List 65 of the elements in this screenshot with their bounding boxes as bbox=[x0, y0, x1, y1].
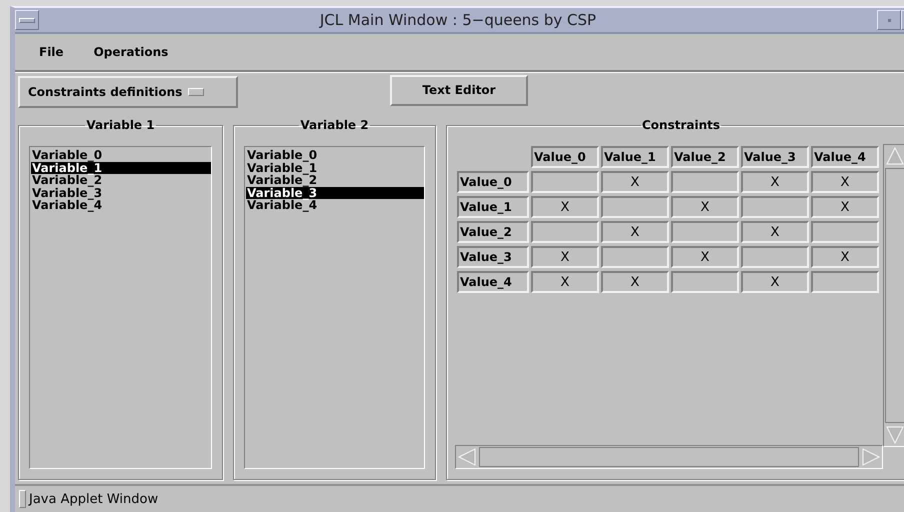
panel-title: Constraints bbox=[640, 118, 722, 132]
row-header: Value_1 bbox=[457, 196, 529, 218]
status-indicator-icon bbox=[19, 490, 26, 508]
table-cell: X bbox=[671, 196, 739, 218]
menu-item[interactable]: File bbox=[27, 41, 76, 63]
table-cell: X bbox=[601, 221, 669, 243]
table-cell: X bbox=[531, 196, 599, 218]
column-header: Value_4 bbox=[811, 146, 879, 168]
row-header: Value_2 bbox=[457, 221, 529, 243]
table-cell bbox=[811, 221, 879, 243]
list-item[interactable]: Variable_4 bbox=[246, 199, 424, 212]
table-cell bbox=[811, 271, 879, 293]
table-cell: X bbox=[601, 271, 669, 293]
table-cell bbox=[671, 271, 739, 293]
table-cell: X bbox=[741, 171, 809, 193]
column-header: Value_1 bbox=[601, 146, 669, 168]
table-cell bbox=[671, 221, 739, 243]
table-cell bbox=[531, 221, 599, 243]
table-cell: X bbox=[811, 196, 879, 218]
list-item[interactable]: Variable_2 bbox=[246, 174, 424, 186]
table-cell bbox=[601, 246, 669, 268]
list-item[interactable]: Variable_0 bbox=[246, 149, 424, 162]
column-header: Value_3 bbox=[741, 146, 809, 168]
list-item[interactable]: Variable_1 bbox=[246, 162, 424, 174]
table-cell bbox=[601, 196, 669, 218]
table-cell bbox=[741, 196, 809, 218]
table-cell: X bbox=[531, 246, 599, 268]
list-item[interactable]: Variable_1 bbox=[31, 162, 211, 174]
row-header: Value_0 bbox=[457, 171, 529, 193]
dropdown[interactable]: Constraints definitions bbox=[18, 76, 238, 108]
table-cell: X bbox=[741, 221, 809, 243]
column-header: Value_2 bbox=[671, 146, 739, 168]
list-box[interactable]: Variable_0 Variable_1 Variable_2 Variable_3 Variable_4 bbox=[29, 146, 212, 469]
vertical-scrollbar[interactable] bbox=[883, 144, 904, 447]
column-header: Value_0 bbox=[531, 146, 599, 168]
table-cell: X bbox=[741, 271, 809, 293]
list-item[interactable]: Variable_2 bbox=[31, 174, 211, 186]
minimize-button[interactable] bbox=[877, 10, 901, 30]
text-editor-button[interactable]: Text Editor bbox=[390, 74, 528, 106]
scroll-up-arrow-icon[interactable] bbox=[884, 145, 904, 167]
row-header: Value_3 bbox=[457, 246, 529, 268]
table-cell bbox=[531, 171, 599, 193]
table-cell: X bbox=[531, 271, 599, 293]
scroll-right-arrow-icon[interactable] bbox=[860, 446, 882, 468]
window-title: JCL Main Window : 5−queens by CSP bbox=[318, 11, 598, 29]
scroll-left-arrow-icon[interactable] bbox=[456, 446, 478, 468]
panel-title: Variable 1 bbox=[85, 118, 156, 132]
window-menu-button[interactable] bbox=[15, 10, 39, 30]
list-item[interactable]: Variable_4 bbox=[31, 199, 211, 212]
horizontal-scrollbar[interactable] bbox=[455, 445, 883, 469]
table-cell bbox=[671, 171, 739, 193]
status-text: Java Applet Window bbox=[29, 492, 158, 506]
scroll-down-arrow-icon[interactable] bbox=[884, 424, 904, 446]
table-cell: X bbox=[671, 246, 739, 268]
list-item[interactable]: Variable_3 bbox=[246, 186, 424, 199]
table-cell: X bbox=[811, 246, 879, 268]
table-cell bbox=[741, 246, 809, 268]
list-box[interactable]: Variable_0 Variable_1 Variable_2 Variable_3 Variable_4 bbox=[244, 146, 425, 469]
table-cell: X bbox=[601, 171, 669, 193]
list-item[interactable]: Variable_0 bbox=[31, 149, 211, 162]
menu-item[interactable]: Operations bbox=[82, 41, 180, 63]
list-item[interactable]: Variable_3 bbox=[31, 186, 211, 199]
panel-title: Variable 2 bbox=[299, 118, 370, 132]
table-cell: X bbox=[811, 171, 879, 193]
row-header: Value_4 bbox=[457, 271, 529, 293]
